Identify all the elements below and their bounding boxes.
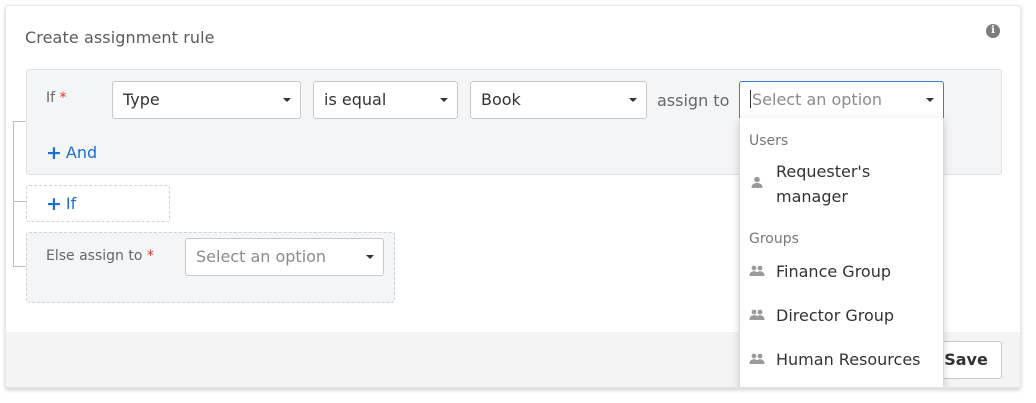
caret-down-icon bbox=[629, 98, 637, 102]
else-label-text: Else assign to bbox=[46, 248, 143, 264]
add-and-label: And bbox=[65, 143, 98, 162]
group-icon bbox=[749, 309, 765, 320]
field-select-value: Type bbox=[123, 90, 160, 109]
else-block: Else assign to * Select an option bbox=[26, 232, 395, 303]
operator-select-value: is equal bbox=[324, 90, 387, 109]
tree-connector-branch bbox=[13, 201, 26, 202]
tree-connector-line bbox=[13, 121, 14, 266]
assignee-dropdown-menu: Users Requester's manager Groups Finance… bbox=[739, 118, 944, 387]
caret-down-icon bbox=[366, 255, 374, 259]
dropdown-group-header-groups: Groups bbox=[749, 231, 799, 247]
text-cursor bbox=[750, 90, 751, 108]
caret-down-icon bbox=[440, 98, 448, 102]
assignment-rule-panel: Create assignment rule i If * Type is eq… bbox=[5, 5, 1021, 388]
value-select-value: Book bbox=[481, 90, 521, 109]
dropdown-option-human-resources[interactable]: Human Resources bbox=[749, 347, 939, 372]
dropdown-option-finance-group[interactable]: Finance Group bbox=[749, 259, 939, 284]
assignee-select[interactable]: Select an option bbox=[739, 81, 944, 119]
user-icon bbox=[751, 176, 763, 188]
assignee-select-placeholder: Select an option bbox=[752, 90, 883, 109]
else-label: Else assign to * bbox=[46, 248, 154, 264]
required-mark: * bbox=[146, 248, 154, 264]
field-select[interactable]: Type bbox=[112, 81, 301, 119]
else-select-placeholder: Select an option bbox=[196, 247, 327, 266]
value-select[interactable]: Book bbox=[470, 81, 647, 119]
plus-icon: + bbox=[46, 142, 62, 164]
tree-connector-branch bbox=[13, 121, 26, 122]
dropdown-group-header-users: Users bbox=[749, 133, 789, 149]
caret-down-icon bbox=[926, 98, 934, 102]
dropdown-option-requesters-manager[interactable]: Requester's manager bbox=[749, 159, 939, 211]
dropdown-option-director-group[interactable]: Director Group bbox=[749, 303, 939, 328]
if-label-text: If bbox=[46, 90, 56, 106]
if-label: If * bbox=[46, 90, 67, 106]
add-and-condition-button[interactable]: + And bbox=[46, 142, 97, 164]
plus-icon: + bbox=[46, 193, 62, 215]
required-mark: * bbox=[59, 90, 67, 106]
else-assignee-select[interactable]: Select an option bbox=[185, 238, 384, 276]
option-label: Director Group bbox=[776, 306, 895, 325]
tree-connector-branch bbox=[13, 266, 26, 267]
panel-title: Create assignment rule bbox=[25, 28, 215, 47]
group-icon bbox=[749, 353, 765, 364]
group-icon bbox=[749, 265, 765, 276]
caret-down-icon bbox=[283, 98, 291, 102]
add-if-label: If bbox=[65, 194, 77, 213]
option-label: Requester's manager bbox=[776, 162, 871, 206]
option-label: Finance Group bbox=[776, 262, 892, 281]
operator-select[interactable]: is equal bbox=[313, 81, 458, 119]
option-label: Human Resources bbox=[776, 350, 921, 369]
add-if-condition-button[interactable]: + If bbox=[26, 185, 170, 222]
assign-to-label: assign to bbox=[657, 91, 730, 110]
info-icon[interactable]: i bbox=[986, 24, 1000, 38]
